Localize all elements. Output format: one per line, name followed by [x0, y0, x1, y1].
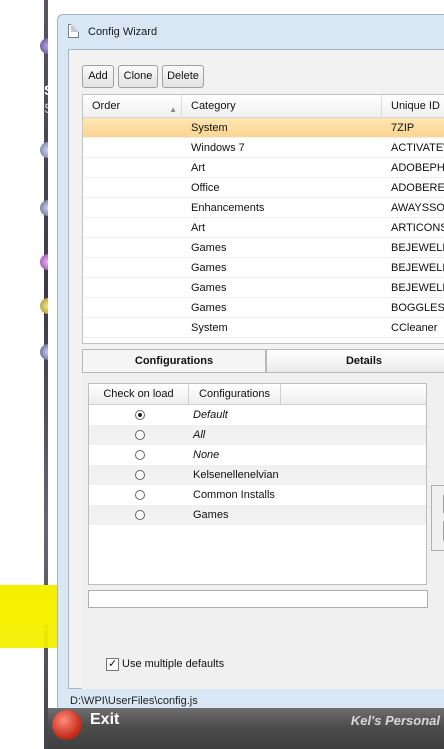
list-item[interactable]: Default	[89, 405, 426, 425]
column-header-check-on-load[interactable]: Check on load	[89, 384, 189, 405]
window-title: Config Wizard	[88, 26, 158, 38]
brand-text: Kel's Personal	[350, 713, 440, 728]
cell-order	[92, 118, 182, 138]
cell-uid: ADOBEPHOT	[391, 162, 444, 174]
cell-uid: AWAYSSORT	[391, 202, 444, 214]
column-header-category[interactable]: Category	[182, 95, 382, 118]
background-orb	[40, 254, 48, 270]
background-orb	[40, 298, 48, 314]
use-multiple-defaults-label: Use multiple defaults	[122, 658, 225, 670]
cell-order	[92, 258, 182, 278]
background-orb	[40, 142, 48, 158]
cell-uid: ACTIVATEWI	[391, 142, 444, 154]
configuration-label: All	[193, 429, 206, 441]
cell-order	[92, 178, 182, 198]
use-multiple-defaults-checkbox[interactable]	[106, 657, 119, 671]
table-row[interactable]: Art ADOBEPHOT	[83, 158, 444, 178]
configurations-grid-header: Check on load Configurations	[89, 384, 426, 405]
cell-category: Art	[191, 222, 206, 234]
title-bar[interactable]: Config Wizard	[58, 15, 444, 49]
configuration-label: Kelsenellenelvian	[193, 469, 279, 481]
list-item[interactable]: Kelsenellenelvian	[89, 465, 426, 485]
background-text: Se	[44, 82, 48, 98]
cell-category: Office	[191, 182, 220, 194]
radio-button[interactable]	[135, 490, 145, 500]
cell-order	[92, 318, 182, 338]
configuration-label: Common Installs	[193, 489, 275, 501]
cell-category: Games	[191, 242, 227, 254]
add-button[interactable]: Add	[82, 65, 114, 88]
cell-category: System	[191, 322, 228, 334]
radio-button[interactable]	[135, 510, 145, 520]
cell-category: Games	[191, 302, 227, 314]
delete-button[interactable]: Delete	[162, 65, 204, 88]
radio-button[interactable]	[135, 450, 145, 460]
table-row[interactable]: Games BEJEWELEDTW	[83, 278, 444, 298]
program-grid[interactable]: Order ▲ Category Unique ID System 7ZIP Win…	[82, 94, 444, 344]
background-orb	[40, 200, 48, 216]
cell-order	[92, 218, 182, 238]
cell-order	[92, 138, 182, 158]
list-item[interactable]: None	[89, 445, 426, 465]
table-row[interactable]: Art ARTICONSPI	[83, 218, 444, 238]
configurations-grid[interactable]: Check on load Configurations Default All N…	[88, 383, 427, 585]
list-item[interactable]: Common Installs	[89, 485, 426, 505]
grid-header: Order ▲ Category Unique ID	[83, 95, 444, 118]
cell-category: Art	[191, 162, 206, 174]
configuration-label: Games	[193, 509, 229, 521]
table-row[interactable]: Games BEJEWELED3	[83, 258, 444, 278]
cell-order	[92, 238, 182, 258]
exit-icon[interactable]	[52, 710, 82, 740]
configuration-label: Default	[193, 409, 228, 421]
background-orb	[40, 344, 48, 360]
cell-uid: 7ZIP	[391, 122, 415, 134]
table-row[interactable]: System CCleaner	[83, 318, 444, 338]
cell-uid: BEJEWELED3	[391, 262, 444, 274]
document-icon	[68, 24, 79, 38]
column-header-order[interactable]: Order ▲	[83, 95, 182, 118]
radio-button[interactable]	[135, 410, 145, 420]
list-item[interactable]: All	[89, 425, 426, 445]
cell-category: Enhancements	[191, 202, 265, 214]
config-wizard-window: Config Wizard Add Clone Delete Order ▲ C…	[57, 14, 444, 714]
cell-uid: ARTICONSPI	[391, 222, 444, 234]
radio-button[interactable]	[135, 430, 145, 440]
cell-uid: CCleaner	[391, 322, 438, 334]
cell-order	[92, 198, 182, 218]
column-header-unique-id[interactable]: Unique ID	[382, 95, 444, 118]
cell-uid: ADOBEREAD	[391, 182, 444, 194]
table-row[interactable]: Windows 7 ACTIVATEWI	[83, 138, 444, 158]
tab-strip: Configurations Details	[82, 349, 444, 373]
column-header-label: Order	[92, 100, 121, 112]
radio-button[interactable]	[135, 470, 145, 480]
table-row[interactable]: Office ADOBEREAD	[83, 178, 444, 198]
configuration-label: None	[193, 449, 220, 461]
clone-button[interactable]: Clone	[118, 65, 158, 88]
client-area: Add Clone Delete Order ▲ Category Unique…	[68, 49, 444, 690]
table-row[interactable]: Games BOGGLESUPE	[83, 298, 444, 318]
tab-configurations[interactable]: Configurations	[82, 349, 266, 373]
list-item[interactable]: Games	[89, 505, 426, 525]
exit-button[interactable]: Exit	[90, 711, 119, 729]
cell-category: Games	[191, 262, 227, 274]
cell-category: System	[191, 122, 228, 134]
column-header-configurations[interactable]: Configurations	[189, 384, 281, 405]
configuration-name-input[interactable]	[88, 590, 428, 608]
cell-category: Windows 7	[191, 142, 245, 154]
background-text: S	[44, 100, 48, 116]
table-row[interactable]: Games BEJEWELED2	[83, 238, 444, 258]
cell-category: Games	[191, 282, 227, 294]
cell-uid: BOGGLESUPE	[391, 302, 444, 314]
cell-order	[92, 158, 182, 178]
tab-details[interactable]: Details	[266, 349, 444, 373]
cell-uid: BEJEWELED2	[391, 242, 444, 254]
cell-order	[92, 298, 182, 318]
background-orb	[40, 38, 48, 54]
configurations-panel: Check on load Configurations Default All N…	[82, 372, 444, 690]
cell-order	[92, 278, 182, 298]
table-row[interactable]: Enhancements AWAYSSORT	[83, 198, 444, 218]
cell-uid: BEJEWELEDTW	[391, 282, 444, 294]
table-row[interactable]: System 7ZIP	[83, 118, 444, 138]
